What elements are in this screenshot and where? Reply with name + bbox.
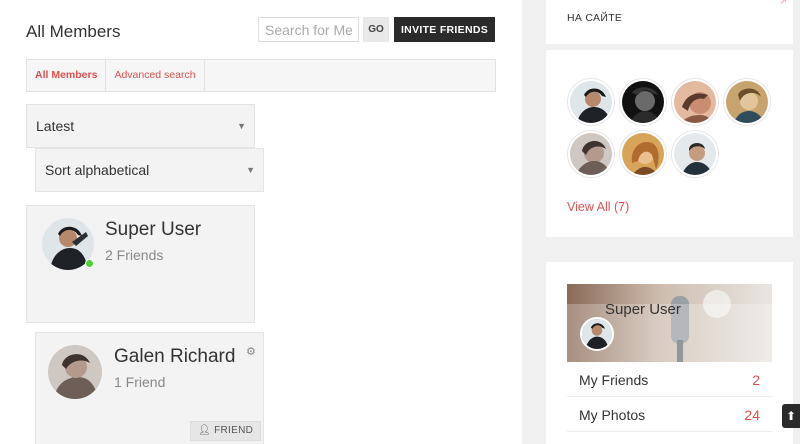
members-panel: All Members GO INVITE FRIENDS All Member… xyxy=(0,0,522,444)
online-member-avatar[interactable] xyxy=(672,131,718,177)
cover-user-name[interactable]: Super User xyxy=(605,301,681,318)
online-member-avatar[interactable] xyxy=(568,131,614,177)
gear-icon[interactable]: ⚙ xyxy=(246,345,256,358)
page-title: All Members xyxy=(26,22,121,41)
member-avatar[interactable] xyxy=(42,218,94,270)
online-members-widget: View All (7) xyxy=(546,50,793,237)
view-all-link[interactable]: View All (7) xyxy=(567,200,629,214)
member-tabs: All Members Advanced search xyxy=(26,59,496,92)
filter-select[interactable]: Latest ▼ xyxy=(26,104,255,148)
go-button[interactable]: GO xyxy=(363,17,389,42)
arrow-up-icon: ⬆ xyxy=(785,409,797,423)
member-friends-count: 2 Friends xyxy=(105,247,164,263)
online-member-avatar[interactable] xyxy=(724,79,770,125)
online-member-avatar[interactable] xyxy=(620,79,666,125)
sort-select[interactable]: Sort alphabetical ▼ xyxy=(35,148,264,192)
tab-advanced-search[interactable]: Advanced search xyxy=(106,60,205,91)
filter-select-value: Latest xyxy=(36,118,75,134)
online-member-avatar[interactable] xyxy=(568,79,614,125)
sort-select-value: Sort alphabetical xyxy=(45,162,150,178)
online-status-dot xyxy=(85,259,94,268)
tab-all-members[interactable]: All Members xyxy=(27,60,107,91)
member-card: Galen Richard ⚙ 1 Friend 👤︎ FRIEND xyxy=(35,332,264,444)
member-friends-count: 1 Friend xyxy=(114,374,166,390)
invite-friends-button[interactable]: INVITE FRIENDS xyxy=(394,17,495,42)
member-avatar[interactable] xyxy=(48,345,102,399)
menu-item-my-friends[interactable]: My Friends 2 xyxy=(567,363,772,397)
online-heading: НА САЙТЕ xyxy=(567,12,623,24)
online-member-avatar[interactable] xyxy=(620,131,666,177)
member-name[interactable]: Super User xyxy=(105,219,201,241)
menu-item-label: My Photos xyxy=(579,407,646,423)
menu-item-count: 2 xyxy=(752,372,760,388)
friend-button[interactable]: 👤︎ FRIEND xyxy=(190,421,262,441)
chevron-down-icon: ▼ xyxy=(246,165,255,175)
menu-item-my-photos[interactable]: My Photos 24 xyxy=(567,398,772,432)
menu-item-label: My Friends xyxy=(579,372,649,388)
user-avatar[interactable] xyxy=(580,317,614,351)
user-widget: Super User My Friends 2 My Photos 24 xyxy=(546,262,793,444)
member-name[interactable]: Galen Richard xyxy=(114,346,235,368)
search-members-input[interactable] xyxy=(258,17,359,42)
external-link-icon[interactable]: ↗ xyxy=(779,0,787,7)
scroll-to-top-button[interactable]: ⬆ xyxy=(782,404,800,428)
online-heading-widget: ↗ НА САЙТЕ xyxy=(546,0,793,44)
online-member-avatar[interactable] xyxy=(672,79,718,125)
user-icon: 👤︎ xyxy=(198,425,211,436)
member-card: Super User 2 Friends xyxy=(26,205,255,323)
menu-item-count: 24 xyxy=(744,407,760,423)
chevron-down-icon: ▼ xyxy=(237,121,246,131)
friend-button-label: FRIEND xyxy=(214,425,254,436)
